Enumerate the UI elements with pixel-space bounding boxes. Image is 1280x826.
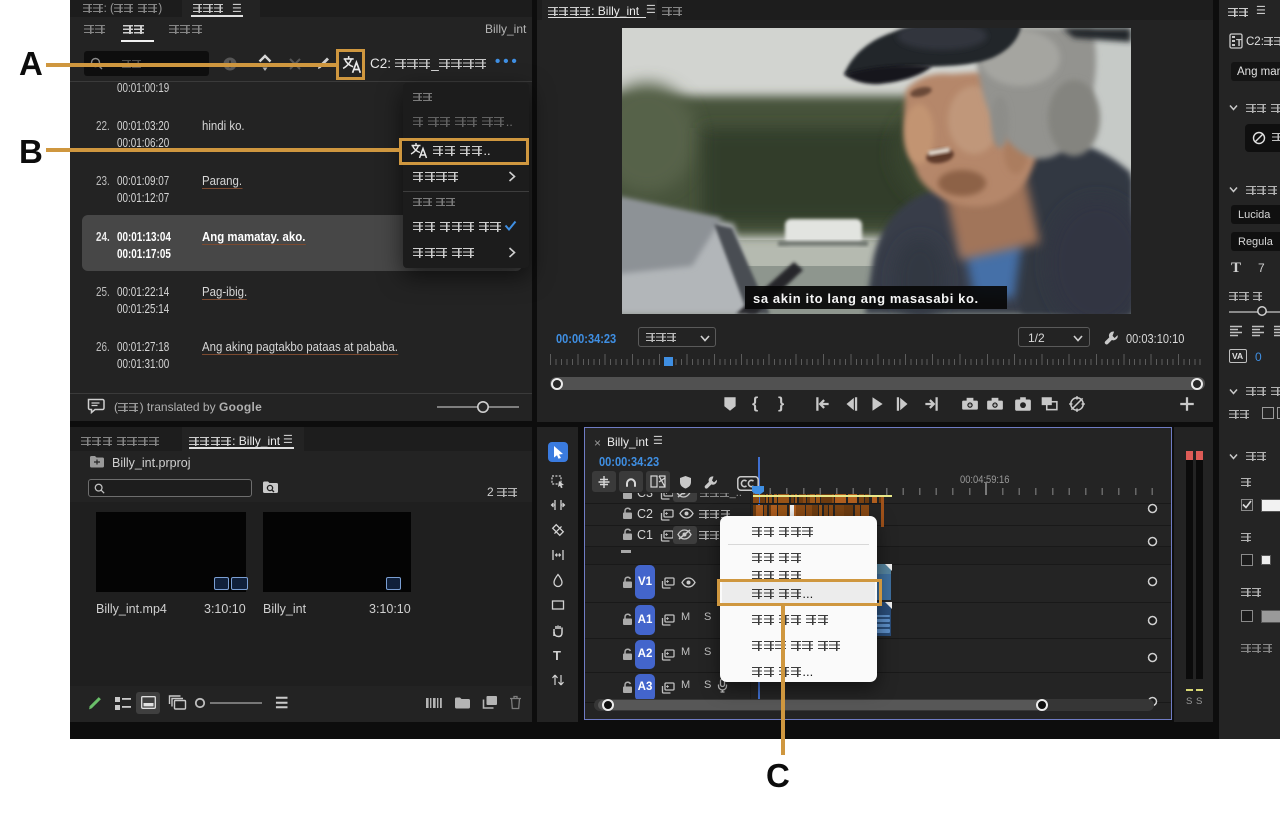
svg-text:T: T — [553, 648, 561, 663]
svg-text:sa akin ito lang ang masasabi: sa akin ito lang ang masasabi ko. — [753, 291, 979, 306]
svg-text:T: T — [1236, 38, 1242, 49]
